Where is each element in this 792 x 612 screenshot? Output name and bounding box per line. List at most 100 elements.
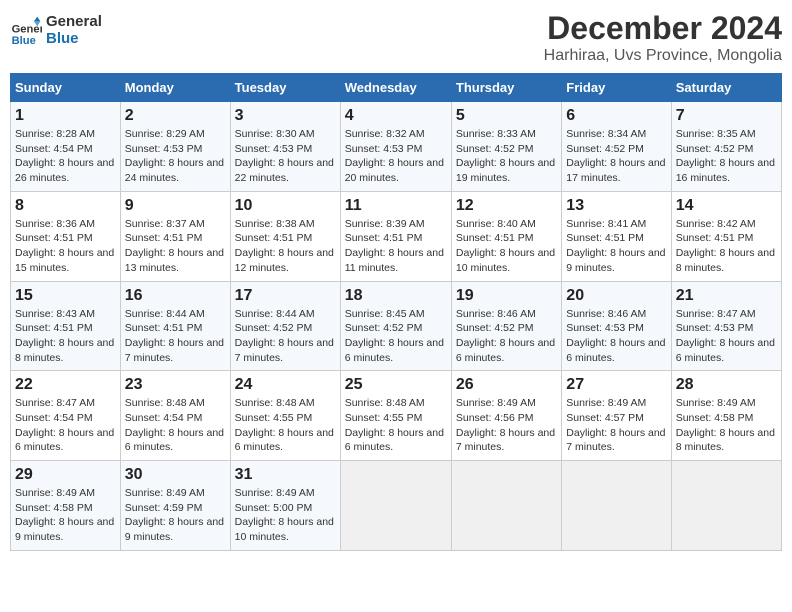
header-day-sunday: Sunday [11, 74, 121, 102]
day-number: 8 [15, 197, 116, 215]
day-info: Sunrise: 8:47 AMSunset: 4:53 PMDaylight:… [676, 307, 777, 366]
day-info: Sunrise: 8:48 AMSunset: 4:54 PMDaylight:… [125, 396, 226, 455]
calendar-cell [562, 461, 671, 551]
day-number: 31 [235, 466, 336, 484]
day-number: 10 [235, 197, 336, 215]
page-subtitle: Harhiraa, Uvs Province, Mongolia [544, 47, 782, 65]
day-number: 28 [676, 376, 777, 394]
day-number: 9 [125, 197, 226, 215]
day-number: 16 [125, 287, 226, 305]
day-number: 17 [235, 287, 336, 305]
day-info: Sunrise: 8:39 AMSunset: 4:51 PMDaylight:… [345, 217, 447, 276]
header-day-saturday: Saturday [671, 74, 781, 102]
calendar-cell: 15Sunrise: 8:43 AMSunset: 4:51 PMDayligh… [11, 281, 121, 371]
calendar-cell: 16 Sunrise: 8:44 AMSunset: 4:51 PMDayligh… [120, 281, 230, 371]
calendar-cell: 13 Sunrise: 8:41 AMSunset: 4:51 PMDayligh… [562, 191, 671, 281]
day-info: Sunrise: 8:30 AMSunset: 4:53 PMDaylight:… [235, 127, 336, 186]
day-info: Sunrise: 8:48 AMSunset: 4:55 PMDaylight:… [235, 396, 336, 455]
logo: General Blue General Blue [10, 14, 102, 47]
logo-text-line1: General [46, 14, 102, 31]
day-info: Sunrise: 8:44 AMSunset: 4:52 PMDaylight:… [235, 307, 336, 366]
calendar-cell: 18 Sunrise: 8:45 AMSunset: 4:52 PMDayligh… [340, 281, 451, 371]
calendar-cell: 4Sunrise: 8:32 AMSunset: 4:53 PMDaylight… [340, 102, 451, 192]
day-info: Sunrise: 8:49 AMSunset: 4:57 PMDaylight:… [566, 396, 666, 455]
day-number: 22 [15, 376, 116, 394]
day-number: 4 [345, 107, 447, 125]
calendar-body: 1 Sunrise: 8:28 AMSunset: 4:54 PMDaylight… [11, 102, 782, 551]
calendar-cell: 28 Sunrise: 8:49 AMSunset: 4:58 PMDayligh… [671, 371, 781, 461]
day-info: Sunrise: 8:40 AMSunset: 4:51 PMDaylight:… [456, 217, 557, 276]
page-title: December 2024 [544, 10, 782, 47]
calendar-cell: 5Sunrise: 8:33 AMSunset: 4:52 PMDaylight… [451, 102, 561, 192]
day-info: Sunrise: 8:49 AMSunset: 5:00 PMDaylight:… [235, 486, 336, 545]
week-row-4: 22Sunrise: 8:47 AMSunset: 4:54 PMDayligh… [11, 371, 782, 461]
header-day-monday: Monday [120, 74, 230, 102]
day-info: Sunrise: 8:44 AMSunset: 4:51 PMDaylight:… [125, 307, 226, 366]
calendar-cell: 6Sunrise: 8:34 AMSunset: 4:52 PMDaylight… [562, 102, 671, 192]
header-day-wednesday: Wednesday [340, 74, 451, 102]
day-number: 29 [15, 466, 116, 484]
calendar-cell: 22Sunrise: 8:47 AMSunset: 4:54 PMDayligh… [11, 371, 121, 461]
header: General Blue General Blue December 2024 … [10, 10, 782, 65]
calendar-cell: 25Sunrise: 8:48 AMSunset: 4:55 PMDayligh… [340, 371, 451, 461]
logo-text-line2: Blue [46, 31, 102, 48]
day-info: Sunrise: 8:46 AMSunset: 4:52 PMDaylight:… [456, 307, 557, 366]
calendar-cell: 12 Sunrise: 8:40 AMSunset: 4:51 PMDayligh… [451, 191, 561, 281]
calendar-cell: 11Sunrise: 8:39 AMSunset: 4:51 PMDayligh… [340, 191, 451, 281]
day-number: 27 [566, 376, 666, 394]
header-day-tuesday: Tuesday [230, 74, 340, 102]
day-info: Sunrise: 8:49 AMSunset: 4:59 PMDaylight:… [125, 486, 226, 545]
day-info: Sunrise: 8:28 AMSunset: 4:54 PMDaylight:… [15, 127, 116, 186]
header-row: SundayMondayTuesdayWednesdayThursdayFrid… [11, 74, 782, 102]
calendar-cell: 24Sunrise: 8:48 AMSunset: 4:55 PMDayligh… [230, 371, 340, 461]
day-info: Sunrise: 8:34 AMSunset: 4:52 PMDaylight:… [566, 127, 666, 186]
svg-text:Blue: Blue [12, 34, 36, 46]
day-number: 23 [125, 376, 226, 394]
day-info: Sunrise: 8:46 AMSunset: 4:53 PMDaylight:… [566, 307, 666, 366]
calendar-cell: 9 Sunrise: 8:37 AMSunset: 4:51 PMDaylight… [120, 191, 230, 281]
day-info: Sunrise: 8:35 AMSunset: 4:52 PMDaylight:… [676, 127, 777, 186]
day-info: Sunrise: 8:37 AMSunset: 4:51 PMDaylight:… [125, 217, 226, 276]
calendar-cell [671, 461, 781, 551]
calendar-table: SundayMondayTuesdayWednesdayThursdayFrid… [10, 73, 782, 551]
title-area: December 2024 Harhiraa, Uvs Province, Mo… [544, 10, 782, 65]
day-info: Sunrise: 8:36 AMSunset: 4:51 PMDaylight:… [15, 217, 116, 276]
day-number: 18 [345, 287, 447, 305]
day-info: Sunrise: 8:49 AMSunset: 4:58 PMDaylight:… [15, 486, 116, 545]
day-number: 30 [125, 466, 226, 484]
calendar-cell: 30 Sunrise: 8:49 AMSunset: 4:59 PMDayligh… [120, 461, 230, 551]
day-info: Sunrise: 8:45 AMSunset: 4:52 PMDaylight:… [345, 307, 447, 366]
calendar-cell: 26Sunrise: 8:49 AMSunset: 4:56 PMDayligh… [451, 371, 561, 461]
day-number: 1 [15, 107, 116, 125]
week-row-3: 15Sunrise: 8:43 AMSunset: 4:51 PMDayligh… [11, 281, 782, 371]
calendar-cell: 23 Sunrise: 8:48 AMSunset: 4:54 PMDayligh… [120, 371, 230, 461]
calendar-cell: 19Sunrise: 8:46 AMSunset: 4:52 PMDayligh… [451, 281, 561, 371]
week-row-2: 8 Sunrise: 8:36 AMSunset: 4:51 PMDaylight… [11, 191, 782, 281]
calendar-cell: 7 Sunrise: 8:35 AMSunset: 4:52 PMDaylight… [671, 102, 781, 192]
calendar-cell: 17 Sunrise: 8:44 AMSunset: 4:52 PMDayligh… [230, 281, 340, 371]
calendar-header: SundayMondayTuesdayWednesdayThursdayFrid… [11, 74, 782, 102]
header-day-friday: Friday [562, 74, 671, 102]
calendar-cell: 8 Sunrise: 8:36 AMSunset: 4:51 PMDaylight… [11, 191, 121, 281]
header-day-thursday: Thursday [451, 74, 561, 102]
calendar-cell: 21Sunrise: 8:47 AMSunset: 4:53 PMDayligh… [671, 281, 781, 371]
calendar-cell: 27 Sunrise: 8:49 AMSunset: 4:57 PMDayligh… [562, 371, 671, 461]
calendar-cell: 10Sunrise: 8:38 AMSunset: 4:51 PMDayligh… [230, 191, 340, 281]
day-info: Sunrise: 8:41 AMSunset: 4:51 PMDaylight:… [566, 217, 666, 276]
calendar-cell: 29 Sunrise: 8:49 AMSunset: 4:58 PMDayligh… [11, 461, 121, 551]
day-number: 26 [456, 376, 557, 394]
day-number: 2 [125, 107, 226, 125]
calendar-cell [451, 461, 561, 551]
day-number: 13 [566, 197, 666, 215]
day-info: Sunrise: 8:33 AMSunset: 4:52 PMDaylight:… [456, 127, 557, 186]
calendar-cell: 31 Sunrise: 8:49 AMSunset: 5:00 PMDayligh… [230, 461, 340, 551]
day-number: 7 [676, 107, 777, 125]
week-row-5: 29 Sunrise: 8:49 AMSunset: 4:58 PMDayligh… [11, 461, 782, 551]
day-info: Sunrise: 8:49 AMSunset: 4:58 PMDaylight:… [676, 396, 777, 455]
calendar-cell [340, 461, 451, 551]
day-number: 20 [566, 287, 666, 305]
calendar-cell: 3Sunrise: 8:30 AMSunset: 4:53 PMDaylight… [230, 102, 340, 192]
calendar-cell: 20 Sunrise: 8:46 AMSunset: 4:53 PMDayligh… [562, 281, 671, 371]
logo-icon: General Blue [10, 15, 42, 47]
day-number: 12 [456, 197, 557, 215]
